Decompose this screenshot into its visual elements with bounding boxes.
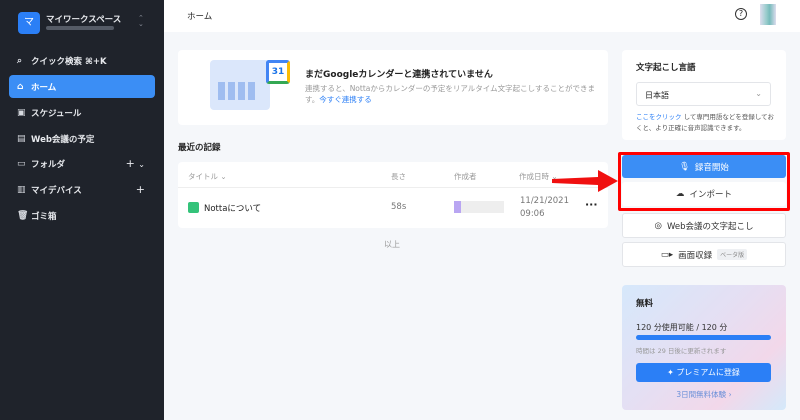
records-table: タイトル ⌄ 長さ 作成者 作成日時 ⌄ Nottaについて 58s 11/21… [178,162,608,228]
more-options-icon[interactable]: ··· [585,198,598,211]
search-icon: ⌕ [17,55,23,66]
calendar-check-icon: ▣ [17,107,26,118]
plan-name: 無料 [636,299,654,309]
workspace-switch-icon[interactable]: ⌃ ⌄ [138,15,144,28]
sidebar-item-my-device[interactable]: ▥ マイデバイス + [9,178,155,201]
folder-icon: ▭ [17,158,26,169]
trash-icon: 🗑 [17,210,29,221]
sparkle-icon: ✦ [667,368,674,377]
web-meeting-icon: ◎ [654,220,662,231]
sidebar-item-label: ホーム [31,82,57,93]
recent-records-title: 最近の記録 [178,143,221,153]
sidebar-item-folder[interactable]: ▭ フォルダ + ⌄ [9,152,155,175]
avatar[interactable] [760,4,776,25]
upgrade-premium-button[interactable]: ✦ プレミアムに登録 [636,363,771,382]
sidebar-item-schedule[interactable]: ▣ スケジュール [9,101,155,124]
workspace-name[interactable]: マイワークスペース [46,13,121,25]
sidebar-item-label: スケジュール [31,108,82,119]
usage-text: 120 分使用可能 / 120 分 [636,323,728,332]
google-calendar-banner: 31 まだGoogleカレンダーと連携されていません 連携すると、Nottaから… [178,50,608,125]
banner-description: 連携すると、Nottaからカレンダーの予定をリアルタイム文字起こしすることができ… [305,84,595,104]
add-device-icon[interactable]: + [136,183,145,196]
web-meeting-transcribe-button[interactable]: ◎ Web会議の文字起こし [622,213,786,238]
language-help: ここをクリック して専門用語などを登録しておくと、より正確に音声認識できます。 [636,113,774,132]
note-icon [188,202,199,213]
column-length: 長さ [391,172,406,181]
record-length: 58s [391,202,407,212]
chevron-down-icon: ⌄ [755,89,762,98]
help-icon[interactable]: ? [735,8,747,20]
header: ホーム ? [164,0,800,32]
record-date: 11/21/2021 09:06 [520,196,569,219]
video-camera-icon: ▭▸ [660,249,674,260]
sidebar-item-trash[interactable]: 🗑 ゴミ箱 [9,204,155,227]
beta-badge: ベータ版 [717,249,748,260]
sidebar-item-home[interactable]: ⌂ ホーム [9,75,155,98]
table-row[interactable]: Nottaについて 58s 11/21/2021 09:06 ··· [178,188,608,228]
click-here-link[interactable]: ここをクリック [636,113,682,121]
record-title[interactable]: Nottaについて [204,202,261,214]
sidebar: マ マイワークスペース ⌃ ⌄ ⌕ クイック検索 ⌘+K ⌂ ホーム ▣ スケジュール … [0,0,164,420]
add-folder-icon[interactable]: + ⌄ [126,157,145,170]
red-arrow-annotation [552,170,618,192]
column-creator: 作成者 [454,172,477,181]
google-calendar-icon: 31 [266,60,290,84]
workspace-email-blurred [46,26,114,30]
screen-recording-button[interactable]: ▭▸ 画面収録 ベータ版 [622,242,786,267]
end-of-list: 以上 [384,240,400,249]
language-card: 文字起こし言語 日本語 ⌄ ここをクリック して専門用語などを登録しておくと、より… [622,50,786,140]
sidebar-item-label: Web会議の予定 [31,134,95,145]
sidebar-item-quick-search[interactable]: ⌕ クイック検索 ⌘+K [9,49,155,72]
import-button[interactable]: ☁ インポート [622,182,786,206]
language-select[interactable]: 日本語 ⌄ [636,82,771,106]
sidebar-item-label: フォルダ [31,159,66,170]
sidebar-item-label: マイデバイス [31,185,82,196]
free-trial-link[interactable]: 3日間無料体験 › [622,389,786,400]
connect-now-link[interactable]: 今すぐ連携する [319,95,372,104]
calendar-icon: ▤ [17,133,26,144]
banner-title: まだGoogleカレンダーと連携されていません [305,70,493,80]
microphone-icon: 🎙 [679,161,690,172]
device-icon: ▥ [17,184,26,195]
home-icon: ⌂ [17,81,24,92]
usage-bar [636,335,771,340]
workspace-logo[interactable]: マ [18,12,40,34]
calendar-illustration [210,60,270,110]
creator-avatar-blurred [454,201,504,213]
plan-card: 無料 120 分使用可能 / 120 分 時間は 29 日後に更新されます ✦ … [622,285,786,410]
start-recording-button[interactable]: 🎙 録音開始 [622,155,786,178]
sidebar-item-label: クイック検索 ⌘+K [31,56,107,67]
renew-text: 時間は 29 日後に更新されます [636,347,727,355]
cloud-upload-icon: ☁ [675,189,685,199]
language-label: 文字起こし言語 [636,63,696,73]
sidebar-item-label: ゴミ箱 [31,211,57,222]
sidebar-item-web-meetings[interactable]: ▤ Web会議の予定 [9,127,155,150]
column-title[interactable]: タイトル ⌄ [188,171,227,182]
page-title: ホーム [187,12,213,22]
